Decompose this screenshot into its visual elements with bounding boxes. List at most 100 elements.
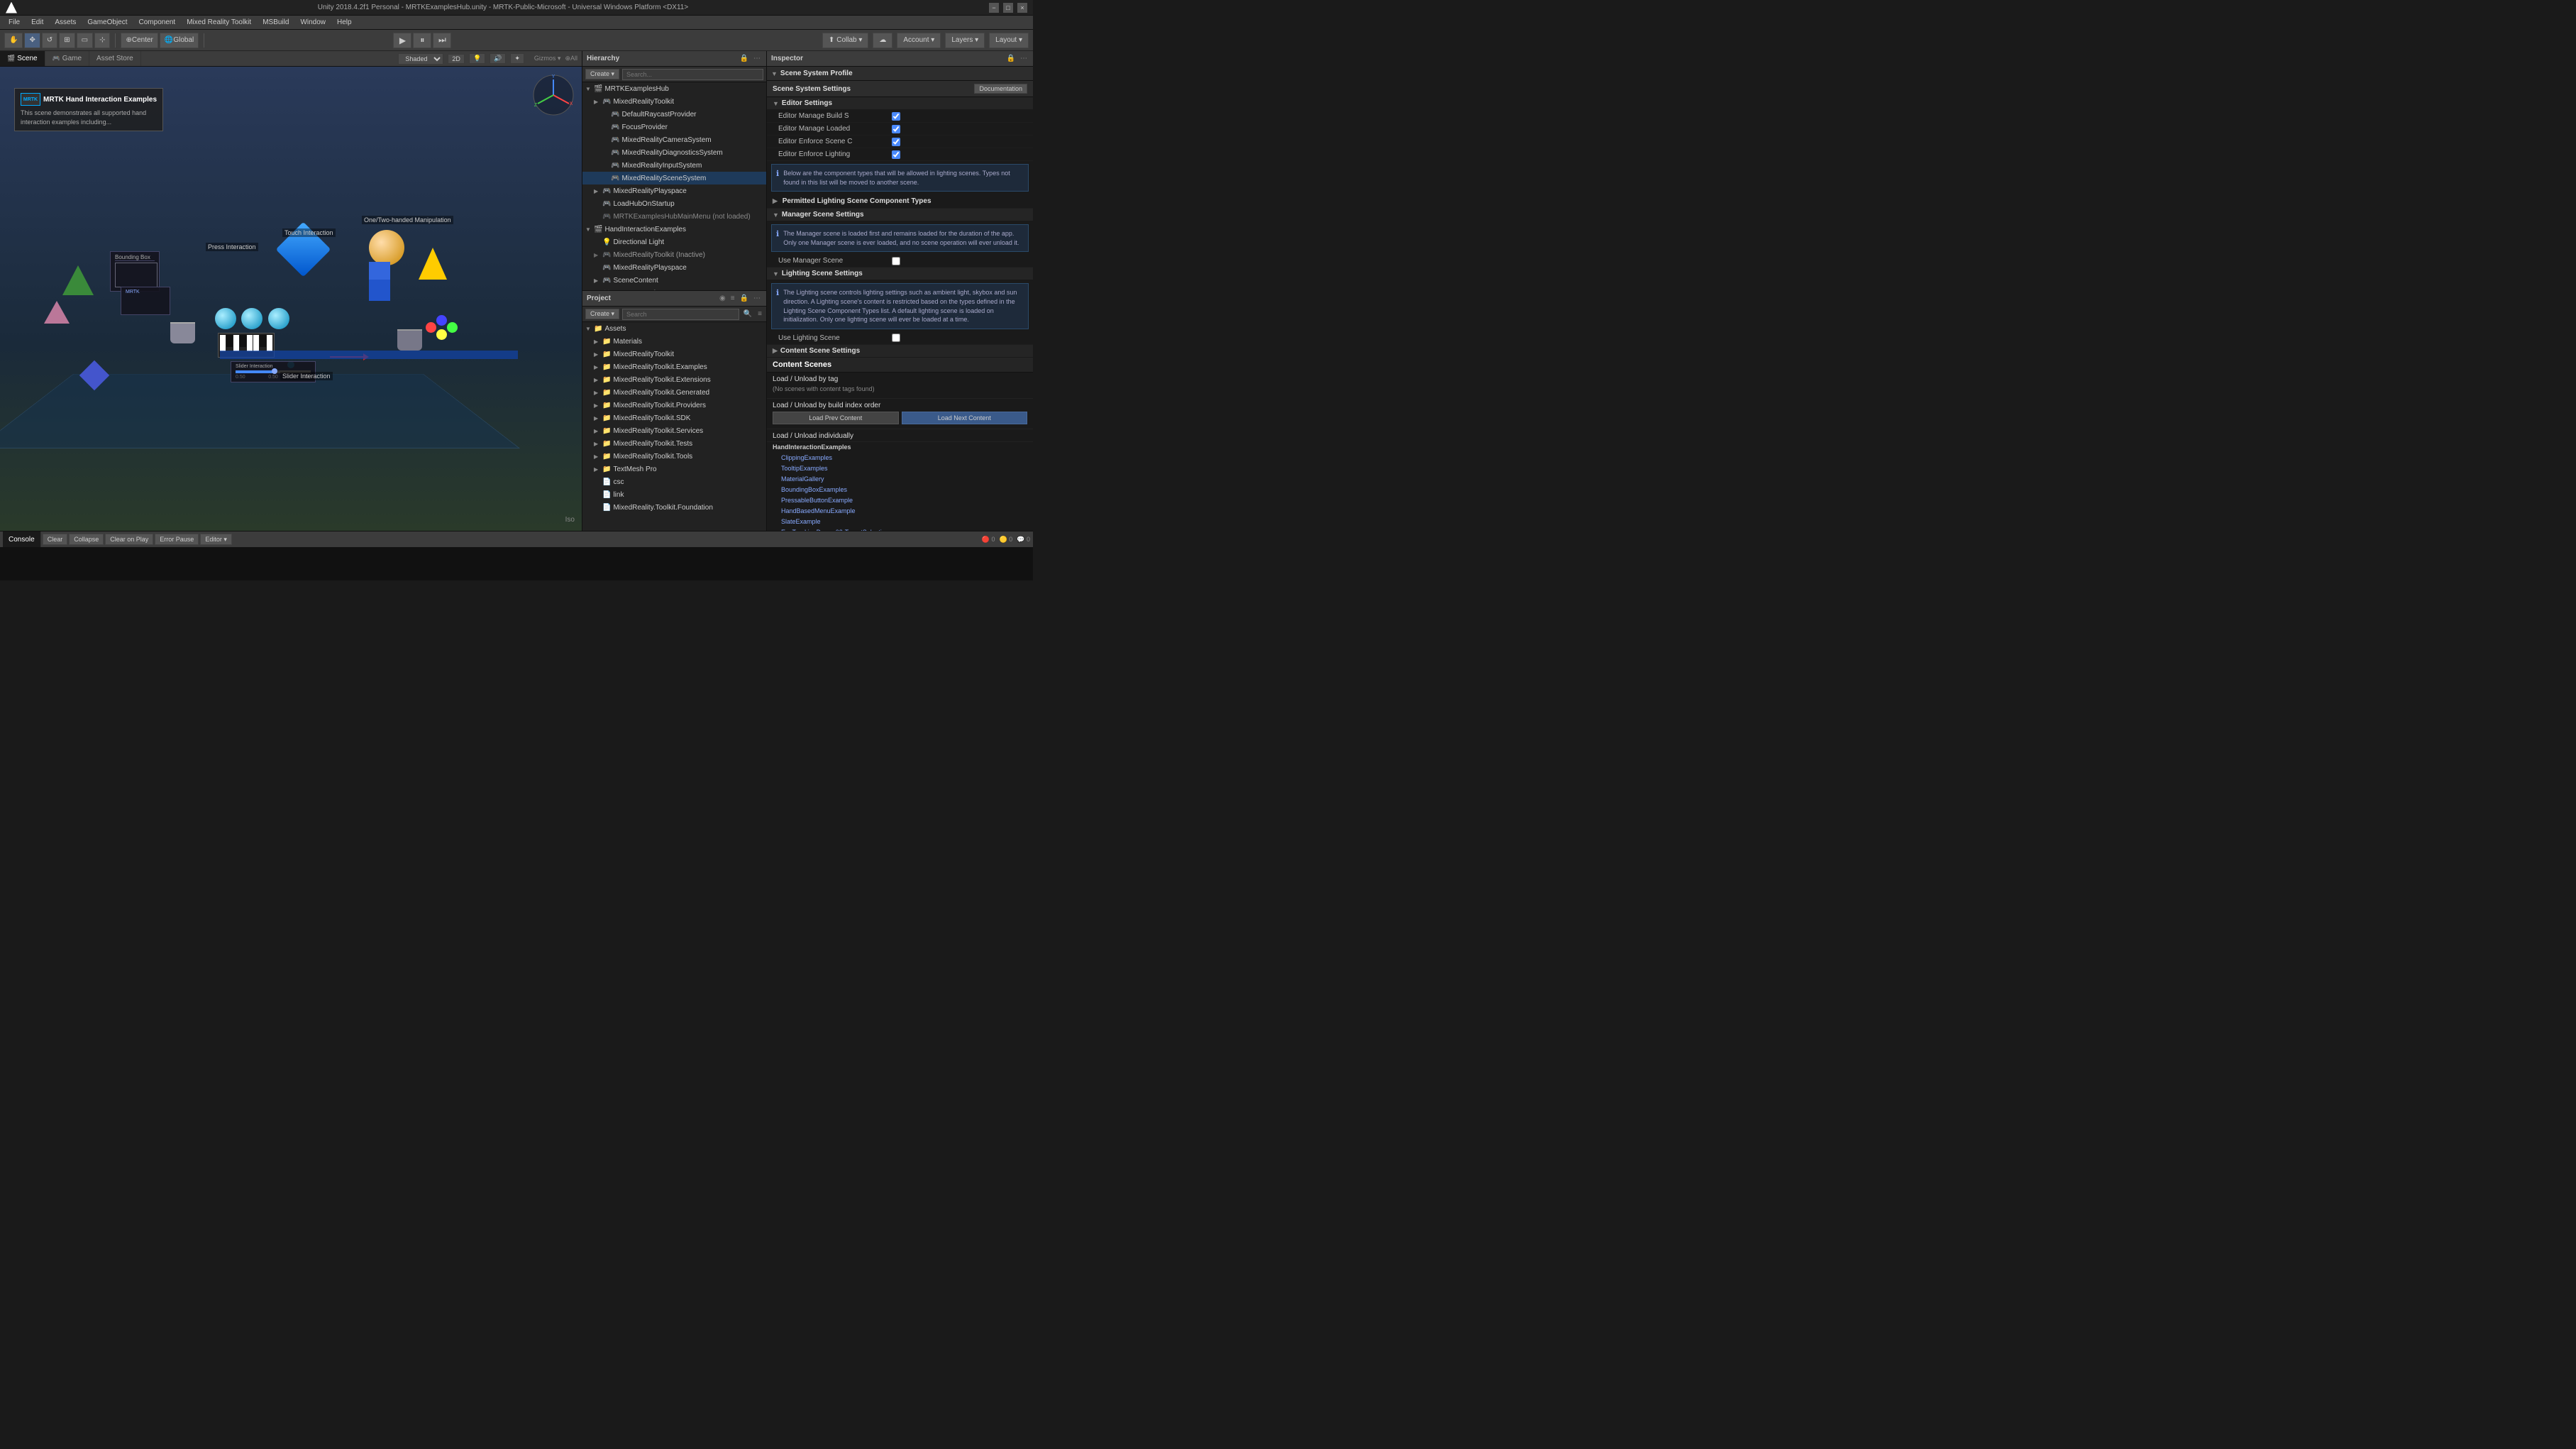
project-item-textmesh[interactable]: ▶ 📁 TextMesh Pro [582,463,766,475]
console-clear-button[interactable]: Clear [43,534,68,545]
project-item-providers[interactable]: ▶ 📁 MixedRealityToolkit.Providers [582,399,766,412]
hierarchy-item-camera-system[interactable]: ▶ 🎮 MixedRealityCameraSystem [582,133,766,146]
layers-button[interactable]: Layers ▾ [945,33,985,48]
use-lighting-scene-checkbox[interactable] [892,334,900,342]
hierarchy-item-scene-system[interactable]: ▶ 🎮 MixedRealitySceneSystem [582,172,766,184]
hierarchy-item-playspace[interactable]: ▶ 🎮 MixedRealityPlayspace [582,184,766,197]
manage-build-checkbox[interactable] [892,112,900,121]
rotate-tool-button[interactable]: ↺ [42,33,57,48]
inspector-menu-button[interactable]: ⋯ [1019,55,1029,62]
hand-tool-button[interactable]: ✋ [4,33,23,48]
scene-list-item-hand-examples[interactable]: HandInteractionExamples [767,442,1033,453]
scene-list-item-pressable-btn[interactable]: PressableButtonExample [767,495,1033,506]
project-menu-button[interactable]: ⋯ [752,294,762,302]
scene-list-item-tooltip[interactable]: TooltipExamples [767,463,1033,474]
project-item-csc[interactable]: ▶ 📄 csc [582,475,766,488]
hierarchy-item-toolkit-inactive[interactable]: ▶ 🎮 MixedRealityToolkit (Inactive) [582,248,766,261]
hierarchy-create-button[interactable]: Create ▾ [585,69,619,79]
menu-component[interactable]: Component [135,18,180,27]
manager-settings-header[interactable]: ▼ Manager Scene Settings [767,209,1033,221]
console-collapse-button[interactable]: Collapse [69,534,104,545]
console-clear-on-play-button[interactable]: Clear on Play [105,534,153,545]
pause-button[interactable]: ⏸ [413,33,431,48]
maximize-button[interactable]: □ [1003,3,1013,13]
project-item-tests[interactable]: ▶ 📁 MixedRealityToolkit.Tests [582,437,766,450]
project-icon-btn-1[interactable]: ◉ [718,294,727,302]
scene-list-item-eye-target[interactable]: EyeTrackingDemo-02-TargetSelection [767,527,1033,531]
project-item-services[interactable]: ▶ 📁 MixedRealityToolkit.Services [582,424,766,437]
hierarchy-item-input-system[interactable]: ▶ 🎮 MixedRealityInputSystem [582,159,766,172]
rect-tool-button[interactable]: ▭ [77,33,93,48]
lighting-button[interactable]: 💡 [469,53,485,64]
console-editor-button[interactable]: Editor ▾ [200,534,232,545]
project-item-examples[interactable]: ▶ 📁 MixedRealityToolkit.Examples [582,360,766,373]
hierarchy-item-diagnostics[interactable]: ▶ 🎮 MixedRealityDiagnosticsSystem [582,146,766,159]
tab-asset-store[interactable]: Asset Store [89,51,141,66]
project-icon-btn-2[interactable]: ≡ [729,294,736,302]
menu-edit[interactable]: Edit [27,18,48,27]
move-tool-button[interactable]: ✥ [24,33,40,48]
use-manager-scene-checkbox[interactable] [892,257,900,265]
scene-system-profile-header[interactable]: ▼ Scene System Profile [767,67,1033,81]
scene-list-item-bounding-box[interactable]: BoundingBoxExamples [767,485,1033,495]
menu-assets[interactable]: Assets [50,18,80,27]
project-item-materials[interactable]: ▶ 📁 Materials [582,335,766,348]
hierarchy-item-scene-content[interactable]: ▶ 🎮 SceneContent [582,274,766,287]
minimize-button[interactable]: − [989,3,999,13]
manage-loaded-checkbox[interactable] [892,125,900,133]
scene-view[interactable]: MRTK MRTK Hand Interaction Examples This… [0,67,582,531]
load-prev-button[interactable]: Load Prev Content [773,412,899,424]
scene-list-item-clipping[interactable]: ClippingExamples [767,453,1033,463]
project-filter-btn[interactable]: ≡ [756,310,763,318]
scale-tool-button[interactable]: ⊞ [59,33,74,48]
tab-scene[interactable]: 🎬 Scene [0,51,45,66]
content-settings-header[interactable]: ▶ Content Scene Settings [767,345,1033,358]
project-item-mrtk[interactable]: ▶ 📁 MixedRealityToolkit [582,348,766,360]
menu-file[interactable]: File [4,18,24,27]
hierarchy-item-async-runner[interactable]: ▶ 🎮 AsyncCoroutineRunner [582,287,766,290]
menu-mrtk[interactable]: Mixed Reality Toolkit [182,18,255,27]
hierarchy-lock-button[interactable]: 🔒 [739,55,750,62]
close-button[interactable]: × [1017,3,1027,13]
fx-button[interactable]: ✦ [510,53,524,64]
project-item-generated[interactable]: ▶ 📁 MixedRealityToolkit.Generated [582,386,766,399]
inspector-lock-button[interactable]: 🔒 [1005,55,1017,62]
menu-window[interactable]: Window [296,18,330,27]
project-search-btn[interactable]: 🔍 [742,310,753,318]
step-button[interactable]: ⏭ [433,33,451,48]
menu-msbuild[interactable]: MSBuild [258,18,293,27]
lighting-settings-header[interactable]: ▼ Lighting Scene Settings [767,268,1033,280]
axis-gizmo[interactable]: Y X Z [532,74,575,116]
hierarchy-menu-button[interactable]: ⋯ [752,55,762,62]
hierarchy-item-raycast[interactable]: ▶ 🎮 DefaultRaycastProvider [582,108,766,121]
load-next-button[interactable]: Load Next Content [902,412,1028,424]
hierarchy-search-input[interactable] [622,69,763,80]
hierarchy-item-hand-examples[interactable]: ▼ 🎬 HandInteractionExamples [582,223,766,236]
layout-button[interactable]: Layout ▾ [989,33,1029,48]
enforce-lighting-checkbox[interactable] [892,150,900,159]
project-item-sdk[interactable]: ▶ 📁 MixedRealityToolkit.SDK [582,412,766,424]
cloud-button[interactable]: ☁ [873,33,892,48]
permitted-types-header[interactable]: ▶ Permitted Lighting Scene Component Typ… [767,194,1033,209]
console-tab[interactable]: Console [3,531,41,547]
enforce-scene-checkbox[interactable] [892,138,900,146]
transform-tool-button[interactable]: ⊹ [94,33,110,48]
global-button[interactable]: 🌐 Global [160,33,199,48]
tab-game[interactable]: 🎮 Game [45,51,89,66]
center-button[interactable]: ⊕ Center [121,33,157,48]
menu-gameobject[interactable]: GameObject [83,18,131,27]
project-item-link[interactable]: ▶ 📄 link [582,488,766,501]
hierarchy-item-focus[interactable]: ▶ 🎮 FocusProvider [582,121,766,133]
hierarchy-item-toolkit[interactable]: ▶ 🎮 MixedRealityToolkit [582,95,766,108]
hierarchy-item-mrtk-hub[interactable]: ▼ 🎬 MRTKExamplesHub [582,82,766,95]
hierarchy-item-playspace2[interactable]: ▶ 🎮 MixedRealityPlayspace [582,261,766,274]
hierarchy-item-main-menu[interactable]: ▶ 🎮 MRTKExamplesHubMainMenu (not loaded) [582,210,766,223]
account-button[interactable]: Account ▾ [897,33,941,48]
project-item-extensions[interactable]: ▶ 📁 MixedRealityToolkit.Extensions [582,373,766,386]
hierarchy-item-load-hub[interactable]: ▶ 🎮 LoadHubOnStartup [582,197,766,210]
console-error-pause-button[interactable]: Error Pause [155,534,199,545]
2d-button[interactable]: 2D [448,54,465,64]
project-lock-button[interactable]: 🔒 [739,294,750,302]
shading-dropdown[interactable]: Shaded [398,53,443,65]
play-button[interactable]: ▶ [393,33,411,48]
